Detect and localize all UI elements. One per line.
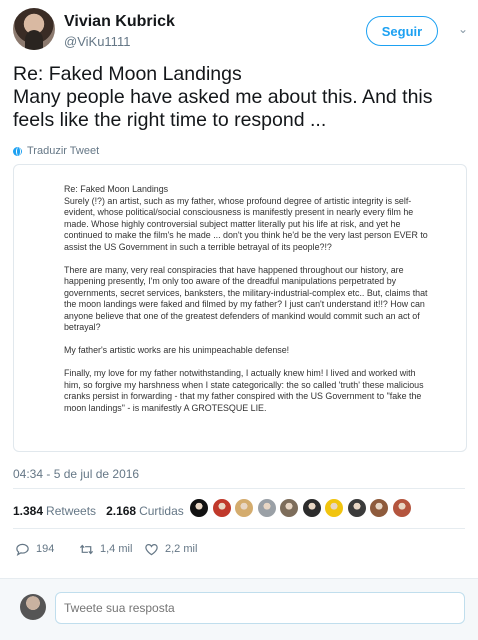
author-display-name[interactable]: Vivian Kubrick xyxy=(64,13,175,31)
like-count: 2,2 mil xyxy=(165,543,198,555)
letter-text: Re: Faked Moon Landings Surely (!?) an ar… xyxy=(64,184,434,426)
liker-avatar[interactable] xyxy=(369,498,389,518)
follow-button[interactable]: Seguir xyxy=(366,16,438,46)
divider xyxy=(13,488,465,489)
tweet-text: Re: Faked Moon Landings Many people have… xyxy=(13,63,469,132)
user-avatar xyxy=(20,594,46,620)
liker-avatar[interactable] xyxy=(211,498,232,518)
likes-stat[interactable]: 2.168 Curtidas xyxy=(106,504,184,518)
liker-avatar[interactable] xyxy=(301,498,322,518)
liker-avatar[interactable] xyxy=(256,498,277,518)
letter-paragraph: Finally, my love for my father notwithst… xyxy=(64,368,424,413)
heart-icon xyxy=(145,543,158,555)
like-action[interactable]: 2,2 mil xyxy=(144,539,197,559)
liker-avatar[interactable] xyxy=(279,498,299,518)
reply-action[interactable]: 194 xyxy=(15,539,54,559)
tweet-header: Vivian Kubrick @ViKu1111 Seguir ⌄ xyxy=(0,0,478,58)
reply-count: 194 xyxy=(36,543,55,555)
tweet-timestamp[interactable]: 04:34 - 5 de jul de 2016 xyxy=(13,467,139,481)
letter-paragraph: There are many, very real conspiracies t… xyxy=(64,264,428,333)
chevron-down-icon[interactable]: ⌄ xyxy=(456,22,470,36)
liker-avatar[interactable] xyxy=(391,498,412,518)
tweet-text-line1: Re: Faked Moon Landings xyxy=(13,63,242,85)
author-handle[interactable]: @ViKu1111 xyxy=(64,34,130,49)
tweet-text-line2: Many people have asked me about this. An… xyxy=(13,86,433,131)
retweet-action[interactable]: 1,4 mil xyxy=(79,539,132,559)
letter-paragraph: My father's artistic works are his unimp… xyxy=(64,345,290,355)
retweet-icon xyxy=(79,544,94,554)
liker-avatar[interactable] xyxy=(346,498,367,518)
liker-avatars xyxy=(189,498,412,518)
retweets-stat[interactable]: 1.384 Retweets xyxy=(13,504,96,518)
tweet-image[interactable]: Re: Faked Moon Landings Surely (!?) an ar… xyxy=(13,164,467,452)
reply-input[interactable] xyxy=(55,592,465,624)
reply-composer xyxy=(0,578,478,640)
liker-avatar[interactable] xyxy=(189,498,209,518)
globe-icon xyxy=(13,146,22,156)
divider xyxy=(13,528,465,529)
liker-avatar[interactable] xyxy=(324,498,344,518)
retweet-count: 1,4 mil xyxy=(100,543,133,555)
letter-paragraph: Re: Faked Moon Landings Surely (!?) an ar… xyxy=(64,184,428,252)
author-avatar[interactable] xyxy=(13,8,55,50)
tweet-actions: 194 1,4 mil 2,2 mil xyxy=(13,539,293,559)
translate-tweet-link[interactable]: Traduzir Tweet xyxy=(13,145,99,157)
reply-icon xyxy=(16,543,29,556)
liker-avatar[interactable] xyxy=(234,498,254,518)
translate-label: Traduzir Tweet xyxy=(27,145,100,157)
